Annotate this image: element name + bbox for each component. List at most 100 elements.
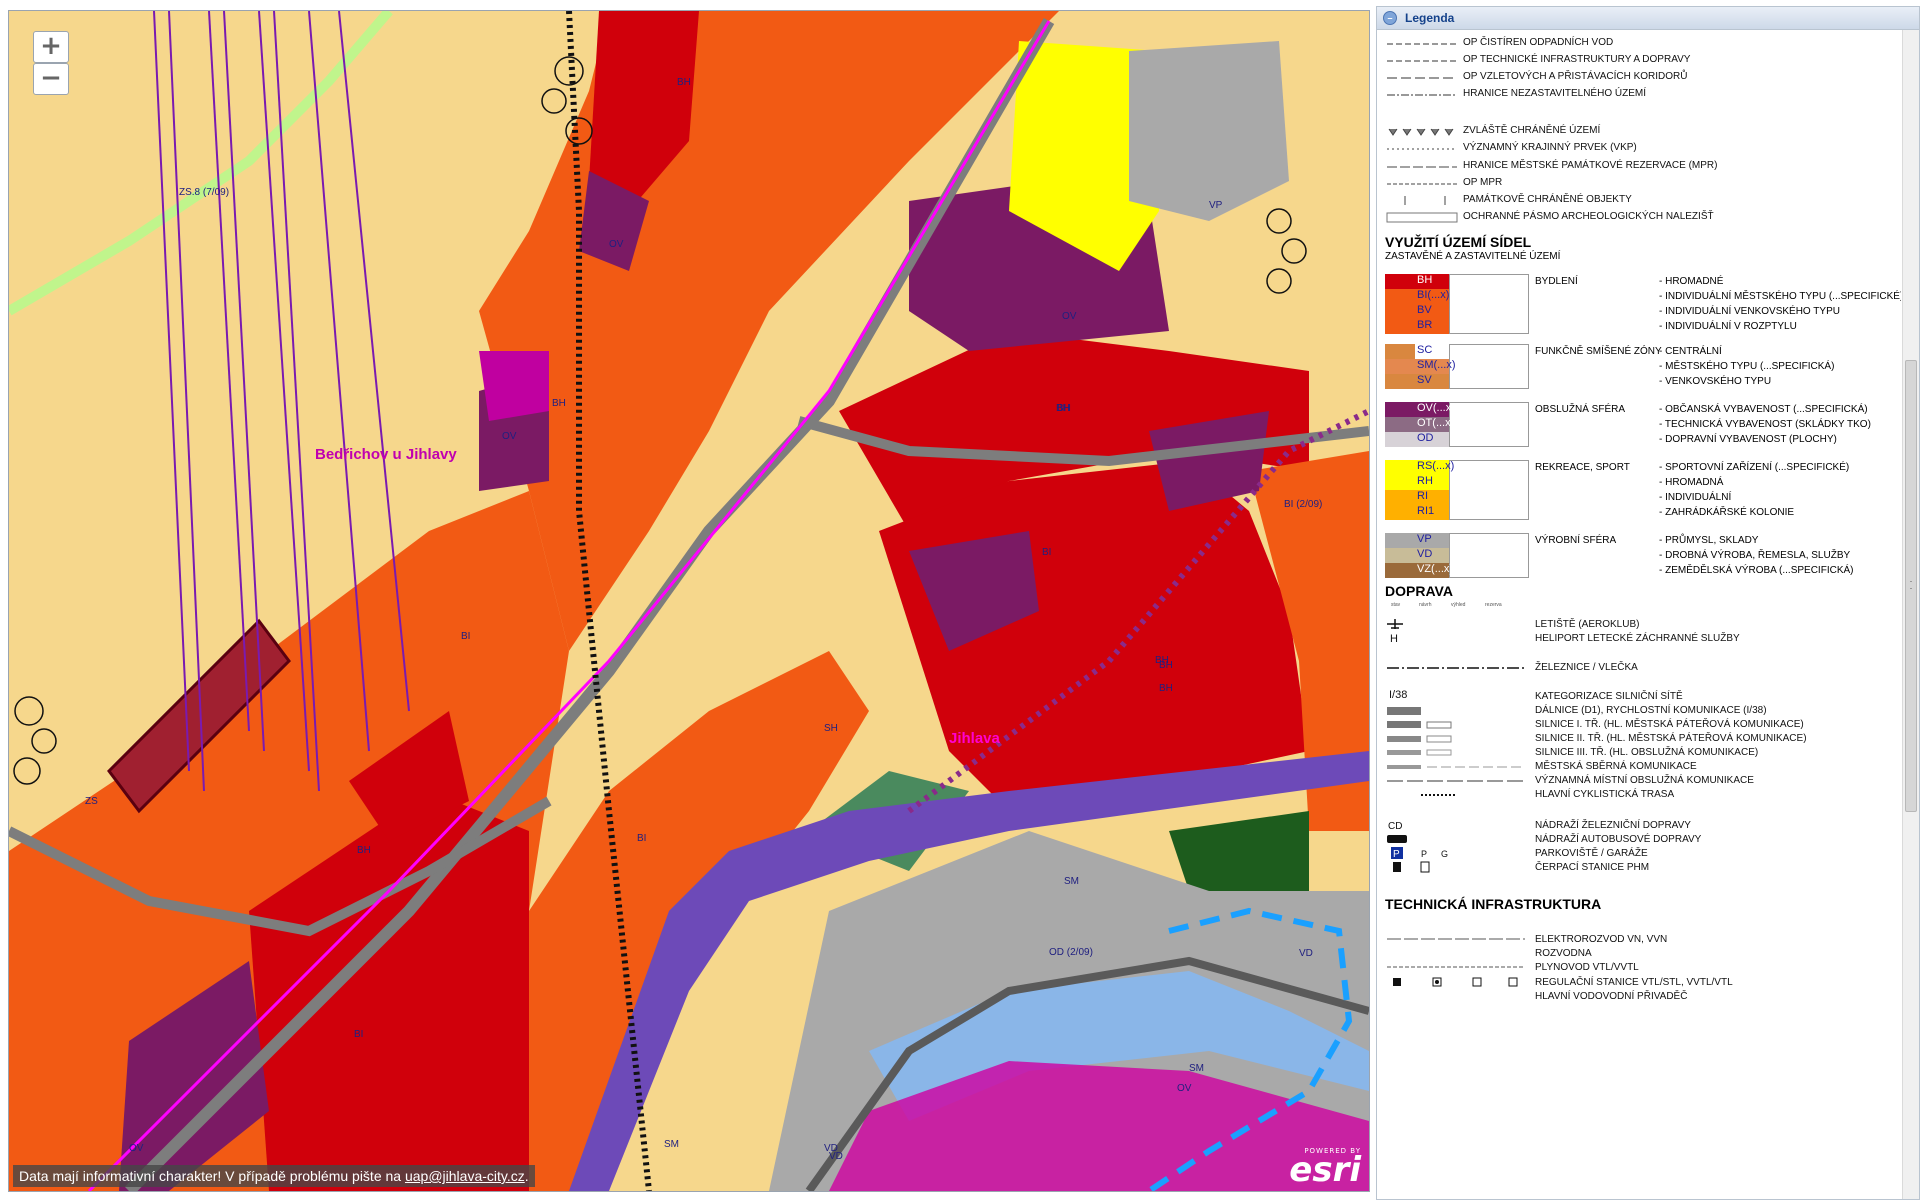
legend-code: SM(...x)	[1415, 359, 1456, 374]
legend-symbol	[1387, 148, 1457, 150]
attribution-email-link[interactable]: uap@jihlava-city.cz	[405, 1168, 525, 1184]
legend-desc: - INDIVIDUÁLNÍ V ROZPTYLU	[1659, 321, 1797, 332]
legend-scrollbar[interactable]	[1902, 30, 1919, 1199]
legend-swatch	[1385, 402, 1415, 417]
legend-code: VD	[1415, 548, 1449, 563]
legend-desc: - DROBNÁ VÝROBA, ŘEMESLA, SLUŽBY	[1659, 550, 1851, 561]
zoom-out-button[interactable]: −	[33, 63, 69, 95]
zone-label: BH	[677, 77, 691, 88]
legend-code: OV(...x)	[1415, 402, 1455, 417]
zone-label: SM	[664, 1139, 679, 1150]
map-view[interactable]: Bedřichov u Jihlavy Jihlava BH OV ZS.8 (…	[8, 10, 1370, 1192]
legend-swatch	[1385, 505, 1415, 520]
legend-item: ŽELEZNICE / VLEČKA	[1535, 662, 1638, 673]
legend-swatch	[1385, 533, 1415, 548]
legend-subtitle: ZASTAVĚNÉ A ZASTAVITELNÉ ÚZEMÍ	[1385, 251, 1561, 262]
legend-symbol	[1387, 765, 1525, 769]
legend-item: SILNICE I. TŘ. (HL. MĚSTSKÁ PÁTEŘOVÁ KOM…	[1535, 719, 1804, 730]
legend-symbol	[1404, 196, 1446, 205]
legend-desc: - ZEMĚDĚLSKÁ VÝROBA (...SPECIFICKÁ)	[1659, 565, 1854, 576]
legend-category: REKREACE, SPORT	[1535, 462, 1630, 473]
legend-header[interactable]: – Legenda	[1377, 7, 1919, 30]
legend-symbol	[1386, 212, 1458, 223]
collapse-icon[interactable]: –	[1383, 11, 1397, 25]
legend-item: OP VZLETOVÝCH A PŘISTÁVACÍCH KORIDORŮ	[1463, 71, 1688, 82]
legend-item: VÝZNAMNÁ MÍSTNÍ OBSLUŽNÁ KOMUNIKACE	[1535, 775, 1754, 786]
legend-symbol	[1387, 667, 1525, 669]
legend-item: NÁDRAŽÍ ŽELEZNIČNÍ DOPRAVY	[1535, 820, 1691, 831]
legend-desc: - MĚSTSKÉHO TYPU (...SPECIFICKÁ)	[1659, 361, 1835, 372]
legend-item: HRANICE MĚSTSKÉ PAMÁTKOVÉ REZERVACE (MPR…	[1463, 160, 1718, 171]
svg-text:G: G	[1441, 849, 1448, 859]
legend-section-title: TECHNICKÁ INFRASTRUKTURA	[1385, 896, 1602, 912]
legend-swatch	[1385, 274, 1415, 289]
airport-icon	[1387, 619, 1403, 629]
legend-symbol	[1387, 707, 1421, 715]
legend-desc: - DOPRAVNÍ VYBAVENOST (PLOCHY)	[1659, 434, 1837, 445]
zoom-in-button[interactable]: +	[33, 31, 69, 63]
legend-code: BI(...x)	[1415, 289, 1449, 304]
attribution-end: .	[524, 1168, 529, 1184]
legend-grid	[1449, 274, 1529, 334]
legend-swatch	[1385, 432, 1415, 447]
legend-category: OBSLUŽNÁ SFÉRA	[1535, 404, 1626, 415]
zone-label: ZS.8 (7/09)	[179, 187, 229, 198]
legend-category: FUNKČNĚ SMÍŠENÉ ZÓNY	[1535, 346, 1662, 357]
zone-label: VD	[1299, 948, 1313, 959]
legend-swatch	[1385, 417, 1415, 432]
legend-desc: - HROMADNÁ	[1659, 477, 1724, 488]
svg-text:CD: CD	[1388, 821, 1402, 832]
legend-symbol	[1387, 166, 1457, 168]
legend-swatch	[1385, 319, 1415, 334]
legend-desc: - HROMADNÉ	[1659, 276, 1724, 287]
legend-desc: - PRŮMYSL, SKLADY	[1659, 535, 1759, 546]
legend-item: HLAVNÍ CYKLISTICKÁ TRASA	[1535, 789, 1675, 800]
legend-item: DÁLNICE (D1), RYCHLOSTNÍ KOMUNIKACE (I/3…	[1535, 705, 1767, 716]
fuel-station-icon	[1393, 861, 1430, 873]
legend-symbol	[1387, 43, 1457, 45]
legend-grid	[1449, 402, 1529, 447]
legend-desc: - SPORTOVNÍ ZAŘÍZENÍ (...SPECIFICKÉ)	[1659, 462, 1850, 473]
zone-industry-grey	[1129, 41, 1289, 221]
legend-symbol	[1387, 749, 1452, 756]
legend-item: PARKOVIŠTĚ / GARÁŽE	[1535, 848, 1648, 859]
place-label-jihlava: Jihlava	[949, 730, 1001, 747]
legend-item: ČERPACÍ STANICE PHM	[1535, 862, 1650, 873]
zone-label: BH	[1155, 655, 1169, 666]
land-use-map[interactable]: Bedřichov u Jihlavy Jihlava BH OV ZS.8 (…	[9, 11, 1369, 1191]
legend-title: Legenda	[1405, 11, 1455, 25]
esri-logo[interactable]: POWERED BY esri	[1289, 1147, 1361, 1187]
legend-code: VP	[1415, 533, 1449, 548]
legend-section-title: DOPRAVA	[1385, 583, 1453, 599]
zone-label: OV	[502, 431, 517, 442]
legend-body: OP ČISTÍREN ODPADNÍCH VOD OP TECHNICKÉ I…	[1377, 30, 1901, 1199]
zone-label: OV	[609, 239, 624, 250]
legend-desc: - CENTRÁLNÍ	[1659, 346, 1722, 357]
road-category-code: I/38	[1389, 689, 1408, 701]
legend-code: SV	[1415, 374, 1449, 389]
legend-code: OT(...x)	[1415, 417, 1454, 432]
bus-station-icon	[1387, 835, 1407, 843]
attribution-text: Data mají informativní charakter! V příp…	[19, 1168, 405, 1184]
legend-swatch	[1385, 359, 1415, 374]
zone-label: BI	[354, 1029, 363, 1040]
zone-label: VD	[829, 1151, 843, 1162]
legend-desc: - ZAHRÁDKÁŘSKÉ KOLONIE	[1659, 507, 1795, 518]
legend-code: BH	[1415, 274, 1449, 289]
legend-swatch	[1385, 475, 1415, 490]
legend-grid	[1449, 460, 1529, 520]
svg-text:P: P	[1393, 849, 1400, 860]
zone-label: BH	[1159, 683, 1173, 694]
train-station-icon: CD	[1388, 821, 1402, 832]
place-label-bedrichov: Bedřichov u Jihlavy	[315, 446, 457, 463]
legend-category: BYDLENÍ	[1535, 276, 1578, 287]
zone-label: ZS	[85, 796, 98, 807]
legend-item: ROZVODNA	[1535, 948, 1592, 959]
legend-symbol	[1387, 721, 1452, 729]
scrollbar-thumb[interactable]	[1905, 360, 1917, 812]
legend-item: NÁDRAŽÍ AUTOBUSOVÉ DOPRAVY	[1535, 834, 1702, 845]
zone-label: OV	[1177, 1083, 1192, 1094]
legend-swatch	[1385, 490, 1415, 505]
legend-desc: - TECHNICKÁ VYBAVENOST (SKLÁDKY TKO)	[1659, 419, 1871, 430]
legend-item: HLAVNÍ VODOVODNÍ PŘIVADĚČ	[1535, 991, 1688, 1002]
